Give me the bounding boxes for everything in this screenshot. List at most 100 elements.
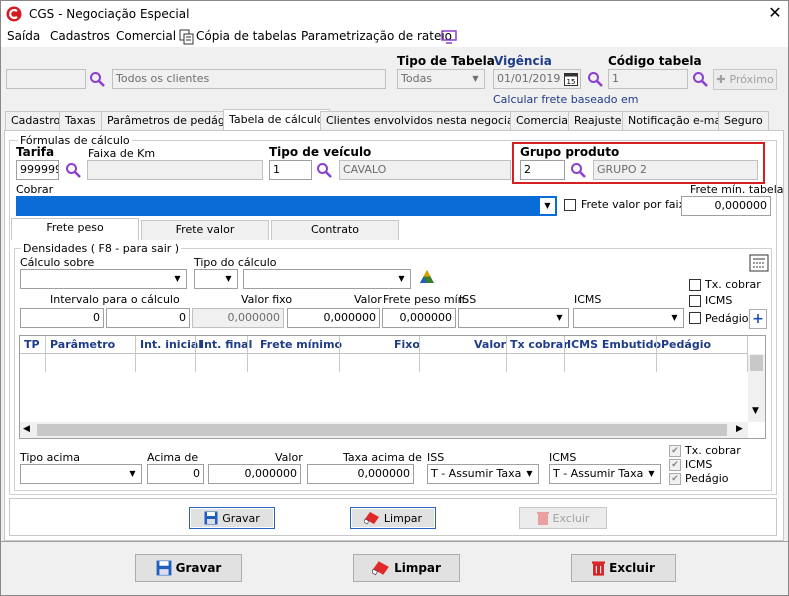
- tarifa-input[interactable]: 999999: [16, 160, 59, 180]
- client-name-input[interactable]: Todos os clientes: [112, 69, 386, 89]
- codigo-tabela-input[interactable]: 1: [608, 69, 688, 89]
- tab-reajuste[interactable]: Reajuste: [568, 111, 628, 131]
- dens-tx-cobrar-checkbox[interactable]: [689, 279, 701, 291]
- trash-icon: [536, 512, 549, 525]
- save-icon: [156, 560, 172, 576]
- frete-min-tabela-input[interactable]: 0,000000: [681, 196, 771, 216]
- tab-parametros-pedagio[interactable]: Parâmetros de pedágio: [101, 111, 241, 131]
- bottom-iss-select[interactable]: T - Assumir Taxa ▼: [427, 464, 539, 484]
- grid-config-icon[interactable]: [749, 254, 769, 272]
- bottom-icms-checkbox[interactable]: ✔: [669, 459, 681, 471]
- chevron-down-icon[interactable]: ▼: [752, 406, 759, 416]
- col-frete-minimo[interactable]: Frete mínimo: [260, 338, 342, 351]
- menu-comercial[interactable]: Comercial: [116, 29, 176, 43]
- bottom-valor-input[interactable]: 0,000000: [208, 464, 301, 484]
- grid-hscroll-thumb[interactable]: [37, 424, 727, 436]
- col-int-final[interactable]: Int. final: [200, 338, 252, 351]
- inner-gravar-button[interactable]: Gravar: [189, 507, 275, 529]
- chevron-right-icon[interactable]: ▶: [736, 424, 743, 434]
- tipo-calculo-desc-select[interactable]: ▼: [243, 269, 411, 289]
- tipo-veiculo-name-input[interactable]: CAVALO: [339, 160, 511, 180]
- search-codigo-icon[interactable]: [692, 71, 708, 87]
- col-tx-cobrar[interactable]: Tx cobrar: [510, 338, 569, 351]
- valor-input[interactable]: 0,000000: [287, 308, 380, 328]
- taxa-acima-input[interactable]: 0,000000: [307, 464, 414, 484]
- tipo-tabela-select[interactable]: Todas ▼: [397, 69, 485, 89]
- grid-vscroll[interactable]: ▼: [748, 354, 765, 422]
- dens-icms-checkbox[interactable]: [689, 295, 701, 307]
- search-grupo-produto-icon[interactable]: [570, 162, 586, 178]
- tab-taxas[interactable]: Taxas: [59, 111, 102, 131]
- calculo-sobre-select[interactable]: ▼: [20, 269, 187, 289]
- frete-peso-min-input[interactable]: 0,000000: [382, 308, 456, 328]
- tab-tabela-calculo[interactable]: Tabela de cálculo: [223, 109, 330, 131]
- client-code-input[interactable]: [6, 69, 86, 89]
- tipo-calculo-select[interactable]: ▼: [194, 269, 238, 289]
- grid-hscroll[interactable]: ◀ ▶: [20, 422, 748, 438]
- tab-cadastro[interactable]: Cadastro: [5, 111, 67, 131]
- tab-clientes-envolvidos[interactable]: Clientes envolvidos nesta negociação: [320, 111, 540, 131]
- limpar-button[interactable]: Limpar: [353, 554, 460, 582]
- intervalo-inicial-input[interactable]: 0: [20, 308, 104, 328]
- bottom-icms-select[interactable]: T - Assumir Taxa ▼: [549, 464, 661, 484]
- col-icms-embutido[interactable]: ICMS Embutido: [567, 338, 661, 351]
- grupo-produto-code-input[interactable]: 2: [520, 160, 565, 180]
- col-pedagio[interactable]: Pedágio: [661, 338, 711, 351]
- valor-fixo-input[interactable]: 0,000000: [192, 308, 284, 328]
- dens-pedagio-checkbox[interactable]: [689, 312, 701, 324]
- bottom-iss-label: ISS: [427, 451, 445, 464]
- calcular-frete-link[interactable]: Calcular frete baseado em: [493, 93, 638, 106]
- tipo-veiculo-code-input[interactable]: 1: [269, 160, 312, 180]
- search-tipo-veiculo-icon[interactable]: [316, 162, 332, 178]
- add-densidade-button[interactable]: +: [749, 309, 767, 329]
- valor-label: Valor: [354, 293, 382, 306]
- menu-saida[interactable]: Saída: [7, 29, 40, 43]
- col-valor[interactable]: Valor: [474, 338, 506, 351]
- search-tarifa-icon[interactable]: [65, 162, 81, 178]
- vigencia-input[interactable]: 01/01/2019 15: [493, 69, 581, 89]
- chevron-down-icon: ▼: [522, 466, 537, 482]
- header-panel: Todos os clientes Tipo de Tabela Todas ▼ …: [2, 47, 788, 111]
- dens-icms-select[interactable]: ▼: [573, 308, 684, 328]
- menu-cadastros[interactable]: Cadastros: [50, 29, 110, 43]
- grupo-produto-name-input[interactable]: GRUPO 2: [593, 160, 758, 180]
- frete-min-tabela-label: Frete mín. tabela: [690, 183, 784, 196]
- window-title: CGS - Negociação Especial: [29, 7, 190, 21]
- cobrar-select[interactable]: ▼: [16, 196, 557, 216]
- subtab-frete-valor[interactable]: Frete valor: [141, 220, 269, 240]
- chevron-left-icon[interactable]: ◀: [23, 424, 30, 434]
- menu-copia-tabelas[interactable]: Cópia de tabelas: [196, 29, 297, 43]
- dens-iss-select[interactable]: ▼: [458, 308, 569, 328]
- inner-excluir-button[interactable]: Excluir: [519, 507, 607, 529]
- dens-icms-select-label: ICMS: [574, 293, 602, 306]
- faixa-km-input[interactable]: [87, 160, 263, 180]
- tab-seguro[interactable]: Seguro: [718, 111, 769, 131]
- tab-notificacao-email[interactable]: Notificação e-mail: [622, 111, 734, 131]
- subtab-contrato[interactable]: Contrato: [271, 220, 399, 240]
- close-icon[interactable]: ✕: [765, 3, 785, 23]
- gravar-button[interactable]: Gravar: [135, 554, 242, 582]
- bottom-pedagio-checkbox[interactable]: ✔: [669, 473, 681, 485]
- intervalo-final-input[interactable]: 0: [106, 308, 190, 328]
- frete-valor-faixas-checkbox[interactable]: [564, 199, 576, 211]
- bottom-tx-cobrar-checkbox[interactable]: ✔: [669, 445, 681, 457]
- search-client-icon[interactable]: [89, 71, 105, 87]
- tipo-acima-select[interactable]: ▼: [20, 464, 142, 484]
- col-int-inicial[interactable]: Int. inicial: [140, 338, 202, 351]
- col-tp[interactable]: TP: [24, 338, 40, 351]
- inner-limpar-button[interactable]: Limpar: [350, 507, 436, 529]
- menu-parametrizacao-rateio[interactable]: Parametrização de rateio: [301, 29, 452, 43]
- divider: [1, 541, 788, 542]
- col-fixo[interactable]: Fixo: [394, 338, 420, 351]
- col-parametro[interactable]: Parâmetro: [50, 338, 115, 351]
- triangle-icon[interactable]: [418, 268, 436, 286]
- subtab-frete-peso[interactable]: Frete peso: [11, 218, 139, 240]
- excluir-button[interactable]: Excluir: [571, 554, 676, 582]
- search-vigencia-icon[interactable]: [587, 71, 603, 87]
- proximo-button[interactable]: ✚ Próximo: [713, 69, 777, 90]
- gravar-label: Gravar: [175, 561, 222, 575]
- calendar-icon[interactable]: 15: [564, 72, 578, 86]
- grid-vscroll-thumb[interactable]: [750, 355, 763, 371]
- acima-de-input[interactable]: 0: [147, 464, 204, 484]
- codigo-tabela-label: Código tabela: [608, 54, 702, 68]
